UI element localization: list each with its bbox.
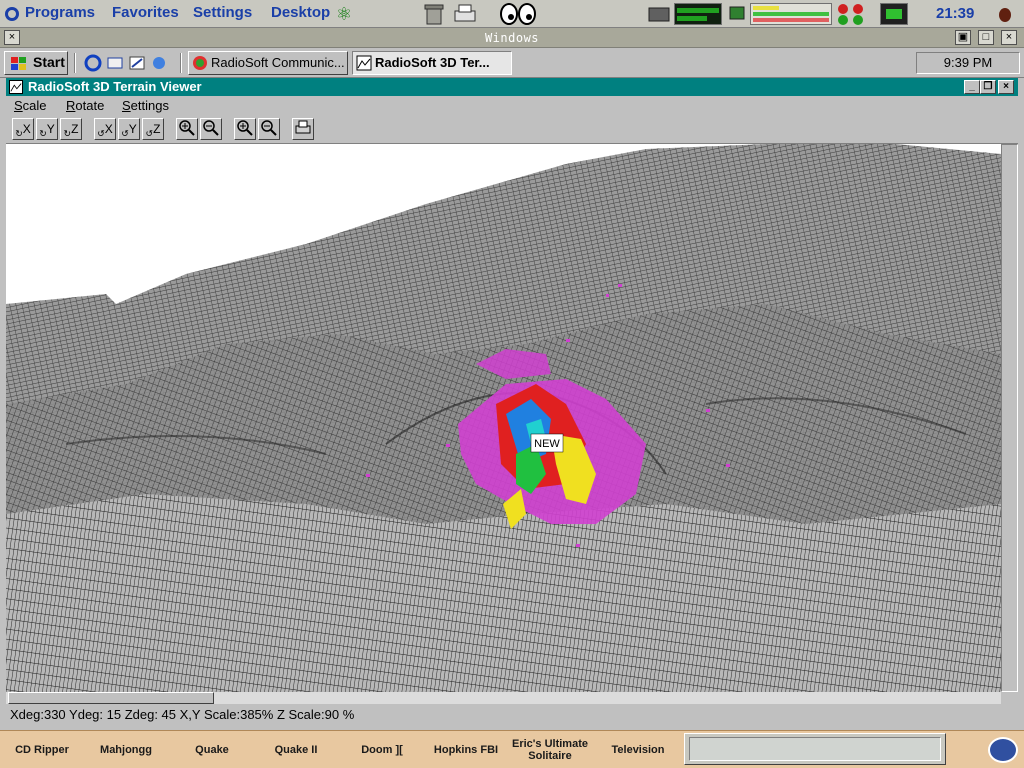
vertical-scrollbar[interactable] [1001,144,1018,692]
horizontal-scrollbar[interactable] [6,692,1001,704]
keyboard-icon[interactable] [648,4,670,24]
outlook-express-icon[interactable] [106,54,124,72]
xeyes-icon [500,3,536,25]
horizontal-scroll-thumb[interactable] [8,692,214,704]
terrain-viewer-window: RadioSoft 3D Terrain Viewer _ ❐ × Scale … [6,78,1018,728]
launcher-bar: CD Ripper Mahjongg Quake Quake II Doom ]… [0,730,1024,768]
atom-icon[interactable]: ⚛ [336,4,356,24]
terrain-viewport[interactable]: NEW [6,144,1018,692]
launch-quake[interactable]: Quake [174,733,250,767]
trash-icon[interactable] [422,2,446,26]
task-label: RadioSoft 3D Ter... [375,55,490,70]
menu-bar: Scale Rotate Settings [6,96,1018,116]
vnc-window-title: Windows [484,31,540,45]
rotate-reverse-z-button[interactable]: ↺Z [142,118,164,140]
terrain-mesh: NEW [6,144,1018,692]
launcher-panel [684,733,946,765]
taskbar-divider [74,53,76,73]
programs-menu[interactable]: Programs [25,4,95,21]
taskbar-divider-2 [180,53,182,73]
favorites-menu[interactable]: Favorites [112,4,179,21]
start-button[interactable]: Start [4,51,68,75]
channels-icon[interactable] [150,54,168,72]
zoom-in-z-button[interactable] [234,118,256,140]
desktop-menu[interactable]: Desktop [271,4,330,21]
rotate-z-button[interactable]: ↻Z [60,118,82,140]
rotate-y-button[interactable]: ↻Y [36,118,58,140]
terrain-app-icon [356,55,372,71]
rotate-x-button[interactable]: ↻X [12,118,34,140]
launch-doom[interactable]: Doom ][ [344,733,420,767]
launch-mahjongg[interactable]: Mahjongg [88,733,164,767]
launch-quake-ii[interactable]: Quake II [258,733,334,767]
zoom-in-xy-button[interactable] [176,118,198,140]
settings-menu[interactable]: Settings [193,4,252,21]
tray-clock: 9:39 PM [916,52,1020,74]
window-close-right-icon[interactable]: × [1001,30,1017,45]
menu-settings[interactable]: Settings [122,98,169,113]
terminal-icon[interactable] [880,3,908,25]
network-icon [729,6,745,20]
site-marker-label: NEW [534,438,560,450]
start-label: Start [33,54,65,70]
zoom-in-icon [237,120,253,136]
rotate-reverse-y-button[interactable]: ↺Y [118,118,140,140]
gnome-foot-icon[interactable] [4,6,20,22]
launcher-panel-field [689,737,941,761]
radiosoft-comm-icon [193,56,207,70]
minimize-button[interactable]: _ [964,80,980,94]
rotate-reverse-x-button[interactable]: ↺X [94,118,116,140]
top-panel: Programs Favorites Settings Desktop ⚛ 21… [0,0,1024,28]
vnc-window-titlebar: × Windows ▣ □ × [0,28,1024,48]
launch-hopkins-fbi[interactable]: Hopkins FBI [428,733,504,767]
restore-button[interactable]: ❐ [980,80,996,94]
zoom-out-xy-button[interactable] [200,118,222,140]
task-label: RadioSoft Communic... [211,55,345,70]
printer-icon[interactable] [452,2,478,26]
zoom-out-z-button[interactable] [258,118,280,140]
panel-clock: 21:39 [936,5,975,22]
close-button[interactable]: × [998,80,1014,94]
terrain-app-icon [9,80,23,94]
status-text: Xdeg:330 Ydeg: 15 Zdeg: 45 X,Y Scale:385… [10,707,355,722]
show-desktop-icon[interactable] [128,54,146,72]
app-titlebar: RadioSoft 3D Terrain Viewer _ ❐ × [6,78,1018,96]
launcher-orb-icon[interactable] [988,737,1018,763]
zoom-in-icon [179,120,195,136]
zoom-out-icon [203,120,219,136]
traffic-lights-icon [838,4,863,25]
status-bar: Xdeg:330 Ydeg: 15 Zdeg: 45 X,Y Scale:385… [6,704,1018,726]
taskbar: Start RadioSoft Communic... RadioSoft 3D… [0,48,1024,78]
menu-scale[interactable]: Scale [14,98,47,113]
bug-icon[interactable] [996,5,1014,23]
printer-icon [295,120,311,134]
task-radiosoft-3d-terrain[interactable]: RadioSoft 3D Ter... [352,51,512,75]
window-maximize-icon[interactable]: □ [978,30,994,45]
launch-solitaire[interactable]: Eric's Ultimate Solitaire [508,733,592,767]
memory-monitor [750,3,832,25]
menu-rotate[interactable]: Rotate [66,98,104,113]
zoom-out-icon [261,120,277,136]
app-title: RadioSoft 3D Terrain Viewer [28,79,202,94]
toolbar: ↻X ↻Y ↻Z ↺X ↺Y ↺Z [6,116,1018,144]
launch-cd-ripper[interactable]: CD Ripper [4,733,80,767]
task-radiosoft-communications[interactable]: RadioSoft Communic... [188,51,348,75]
window-iconify-icon[interactable]: ▣ [955,30,971,45]
print-button[interactable] [292,118,314,140]
windows-logo-icon [11,57,26,70]
cpu-monitor [674,3,722,25]
launch-television[interactable]: Television [598,733,678,767]
internet-explorer-icon[interactable] [84,54,102,72]
